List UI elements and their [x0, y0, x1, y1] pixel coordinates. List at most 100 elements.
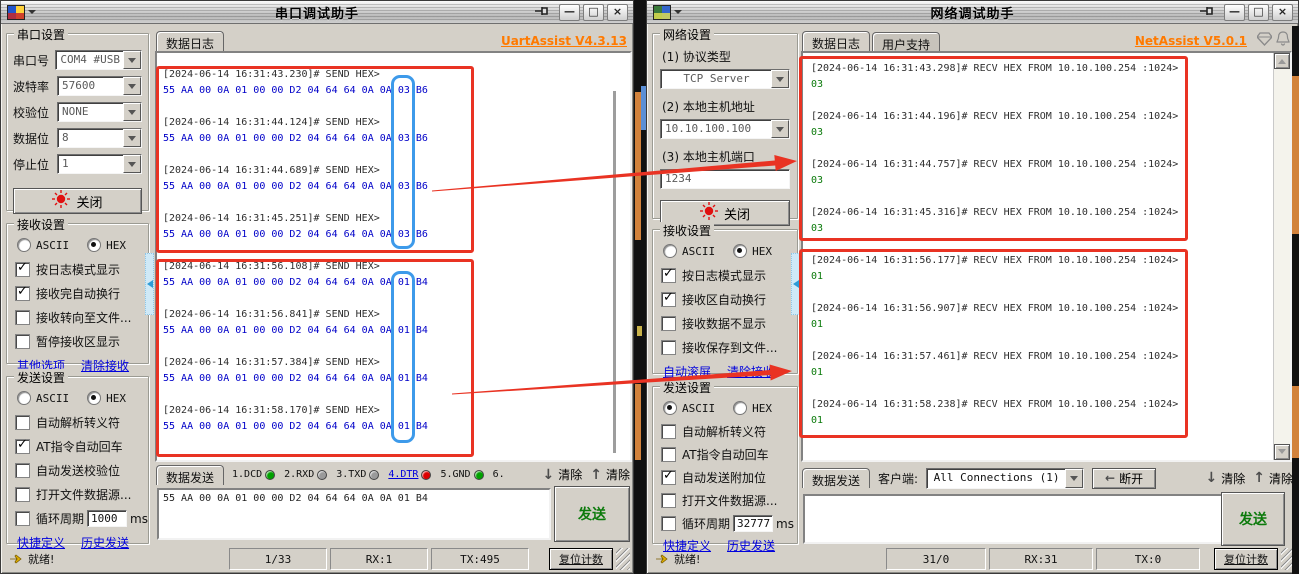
cycle-period-input[interactable]: 32777	[733, 515, 773, 532]
clear-recv-button[interactable]: ↓清除	[1206, 470, 1246, 487]
chevron-down-icon[interactable]	[771, 70, 789, 88]
app-icon[interactable]	[7, 5, 25, 20]
checkbox-file-source[interactable]: 打开文件数据源...	[15, 486, 148, 503]
checkbox-at-cr[interactable]: AT指令自动回车	[661, 446, 797, 463]
reset-counter-button[interactable]: 复位计数	[549, 548, 613, 570]
log-scrollbar[interactable]	[613, 91, 616, 453]
app-icon[interactable]	[653, 5, 671, 20]
radio-ascii[interactable]: ASCII	[17, 391, 69, 405]
radio-ascii[interactable]: ASCII	[663, 401, 715, 415]
databits-select[interactable]: 8	[57, 128, 142, 148]
minimize-button[interactable]: —	[559, 4, 580, 21]
tab-data-send[interactable]: 数据发送	[802, 468, 870, 488]
uartassist-version-link[interactable]: UartAssist V4.3.13	[501, 34, 627, 48]
log-entry: [2024-06-14 16:31:56.841]# SEND HEX>55 A…	[163, 307, 626, 339]
netassist-version-link[interactable]: NetAssist V5.0.1	[1135, 34, 1247, 48]
radio-ascii[interactable]: ASCII	[17, 238, 69, 252]
send-button[interactable]: 发送	[1221, 492, 1285, 546]
pin-dtr-link[interactable]: 4.DTR	[388, 469, 431, 480]
minimize-button[interactable]: —	[1224, 4, 1245, 21]
radio-hex[interactable]: HEX	[87, 391, 126, 405]
resize-grip[interactable]	[616, 548, 630, 570]
led-open-icon	[52, 190, 70, 212]
checkbox-cycle-period[interactable]: 循环周期1000ms	[15, 510, 148, 527]
tab-data-log[interactable]: 数据日志	[156, 31, 224, 51]
sysmenu-chevron-down-icon[interactable]	[28, 10, 36, 18]
clear-recv-link[interactable]: 清除接收	[727, 363, 775, 380]
checkbox-hide-data[interactable]: 接收数据不显示	[661, 315, 797, 332]
pin-6: 6.	[493, 469, 505, 480]
scroll-up-button[interactable]	[1274, 53, 1290, 69]
send-button[interactable]: 发送	[554, 486, 630, 542]
send-data-input[interactable]: 55 AA 00 0A 01 00 00 D2 04 64 64 0A 0A 0…	[157, 488, 551, 540]
network-titlebar[interactable]: 网络调试助手 — □ ×	[647, 1, 1298, 24]
bell-icon[interactable]	[1276, 31, 1290, 49]
parity-select[interactable]: NONE	[57, 102, 142, 122]
tab-data-send[interactable]: 数据发送	[156, 465, 224, 485]
tab-data-log[interactable]: 数据日志	[802, 31, 870, 51]
checkbox-auto-newline[interactable]: 接收完自动换行	[15, 285, 148, 302]
pin-icon[interactable]	[1199, 5, 1215, 20]
maximize-button[interactable]: □	[1248, 4, 1269, 21]
checkbox-auto-wrap[interactable]: 接收区自动换行	[661, 291, 797, 308]
radio-ascii[interactable]: ASCII	[663, 244, 715, 258]
clear-recv-button[interactable]: ↓清除	[543, 466, 583, 483]
hand-pointer-icon	[9, 553, 23, 565]
auto-scroll-link[interactable]: 自动滚屏	[663, 363, 711, 380]
protocol-select[interactable]: TCP Server	[660, 69, 790, 89]
chevron-down-icon[interactable]	[771, 120, 789, 138]
chevron-down-icon[interactable]	[123, 129, 141, 147]
serial-log-area[interactable]: [2024-06-14 16:31:43.230]# SEND HEX>55 A…	[155, 51, 632, 462]
sysmenu-chevron-down-icon[interactable]	[674, 10, 682, 18]
com-port-select[interactable]: COM4 #USB	[55, 50, 142, 70]
checkbox-file-source[interactable]: 打开文件数据源...	[661, 492, 797, 509]
checkbox-redirect-file[interactable]: 接收转向至文件...	[15, 309, 148, 326]
checkbox-cycle-period[interactable]: 循环周期32777ms	[661, 515, 797, 532]
host-addr-select[interactable]: 10.10.100.100	[660, 119, 790, 139]
checkbox-escape-parse[interactable]: 自动解析转义符	[15, 414, 148, 431]
log-recv-data: 03	[811, 173, 1270, 189]
serial-statusbar: 就绪! 1/33 RX:1 TX:495 复位计数	[4, 548, 630, 570]
clear-recv-link[interactable]: 清除接收	[81, 357, 129, 374]
checkbox-auto-checksum[interactable]: 自动发送校验位	[15, 462, 148, 479]
radio-hex[interactable]: HEX	[733, 401, 772, 415]
pin-icon[interactable]	[534, 5, 550, 20]
checkbox-log-mode[interactable]: 按日志模式显示	[661, 267, 797, 284]
maximize-button[interactable]: □	[583, 4, 604, 21]
chevron-down-icon[interactable]	[123, 155, 141, 173]
checkbox-save-file[interactable]: 接收保存到文件...	[661, 339, 797, 356]
diamond-icon[interactable]	[1257, 32, 1272, 49]
panel-collapse-handle[interactable]	[791, 253, 800, 315]
chevron-down-icon[interactable]	[1065, 469, 1083, 488]
tab-user-support[interactable]: 用户支持	[872, 32, 940, 51]
radio-hex[interactable]: HEX	[733, 244, 772, 258]
checkbox-escape-parse[interactable]: 自动解析转义符	[661, 423, 797, 440]
scroll-down-button[interactable]	[1274, 444, 1290, 460]
reset-counter-button[interactable]: 复位计数	[1214, 548, 1278, 570]
baudrate-select[interactable]: 57600	[57, 76, 142, 96]
chevron-down-icon[interactable]	[123, 103, 141, 121]
log-scrollbar[interactable]	[1273, 53, 1290, 460]
checkbox-auto-append[interactable]: 自动发送附加位	[661, 469, 797, 486]
radio-hex[interactable]: HEX	[87, 238, 126, 252]
serial-titlebar[interactable]: 串口调试助手 — □ ×	[1, 1, 633, 24]
serial-settings-group: 串口设置 串口号 COM4 #USB 波特率 57600 校验位 NONE 数据…	[6, 33, 149, 211]
stopbits-select[interactable]: 1	[57, 154, 142, 174]
client-select[interactable]: All Connections (1)	[926, 468, 1084, 489]
checkbox-at-cr[interactable]: AT指令自动回车	[15, 438, 148, 455]
chevron-down-icon[interactable]	[123, 77, 141, 95]
chevron-down-icon[interactable]	[123, 51, 141, 69]
network-log-area[interactable]: [2024-06-14 16:31:43.298]# RECV HEX FROM…	[801, 51, 1292, 462]
close-port-button[interactable]: 关闭	[13, 188, 142, 214]
checkbox-log-mode[interactable]: 按日志模式显示	[15, 261, 148, 278]
close-button[interactable]: ×	[607, 4, 628, 21]
clear-send-button[interactable]: ↑清除	[1253, 470, 1293, 487]
host-port-input[interactable]: 1234	[660, 169, 790, 189]
panel-collapse-handle[interactable]	[145, 253, 154, 315]
disconnect-button[interactable]: ←断开	[1092, 468, 1156, 489]
send-data-input[interactable]	[803, 494, 1265, 544]
clear-send-button[interactable]: ↑清除	[590, 466, 630, 483]
cycle-period-input[interactable]: 1000	[87, 510, 127, 527]
checkbox-pause-display[interactable]: 暂停接收区显示	[15, 333, 148, 350]
close-button[interactable]: ×	[1272, 4, 1293, 21]
